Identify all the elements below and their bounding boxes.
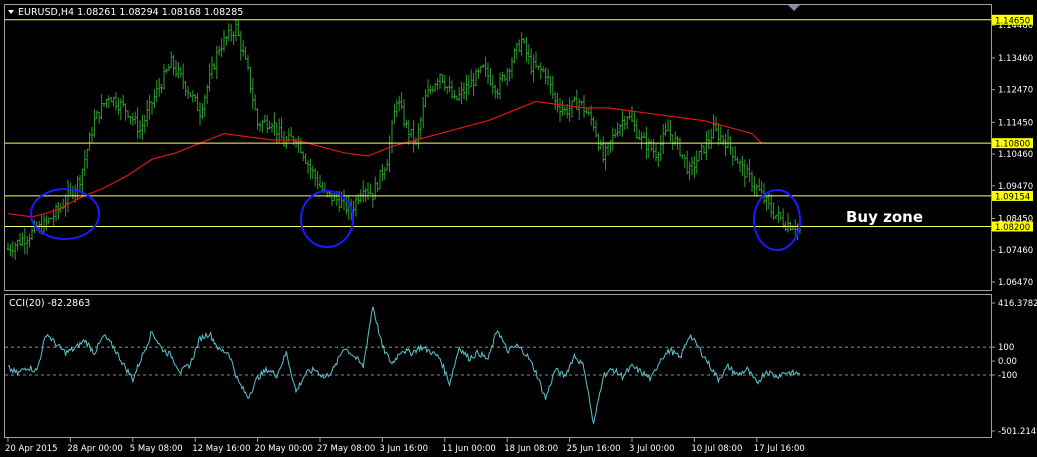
price-tick-label: 1.12470 (998, 86, 1033, 96)
chart-background (0, 0, 1037, 457)
price-level-label: 1.10800 (995, 140, 1030, 150)
price-tick-label: 1.13460 (998, 54, 1033, 64)
price-tick-label: 1.11450 (998, 118, 1033, 128)
price-level-label: 1.14650 (995, 16, 1030, 26)
cci-tick-label: 100 (998, 343, 1014, 353)
cci-tick-label: 0.00 (998, 357, 1017, 367)
time-tick-label: 3 Jul 00:00 (629, 444, 675, 454)
chart-canvas: EURUSD,H4 1.08261 1.08294 1.08168 1.0828… (0, 0, 1037, 457)
time-tick-label: 11 Jun 00:00 (442, 444, 496, 454)
time-tick-label: 12 May 16:00 (192, 444, 250, 454)
price-tick-label: 1.07460 (998, 246, 1033, 256)
price-tick-label: 1.09470 (998, 182, 1033, 192)
price-tick-label: 1.10460 (998, 150, 1033, 160)
price-axis-ticks: 1.144801.134601.124701.114501.104601.094… (991, 21, 1033, 288)
cci-tick-label: -501.2142 (998, 427, 1037, 437)
price-tick-label: 1.06470 (998, 278, 1033, 288)
time-tick-label: 18 Jun 08:00 (504, 444, 558, 454)
time-tick-label: 25 Jun 16:00 (567, 444, 621, 454)
cci-title: CCI(20) -82.2863 (9, 298, 90, 309)
symbol-header: EURUSD,H4 1.08261 1.08294 1.08168 1.0828… (18, 7, 243, 18)
time-tick-label: 28 Apr 00:00 (67, 444, 122, 454)
buy-zone-annotation: Buy zone (846, 208, 923, 226)
time-tick-label: 17 Jul 16:00 (754, 444, 805, 454)
price-level-label: 1.09154 (995, 192, 1030, 202)
time-tick-label: 20 May 00:00 (255, 444, 313, 454)
time-tick-label: 10 Jul 08:00 (691, 444, 742, 454)
time-tick-label: 20 Apr 2015 (5, 444, 58, 454)
price-level-label: 1.08200 (995, 223, 1030, 233)
time-tick-label: 5 May 08:00 (130, 444, 183, 454)
cci-tick-label: -100 (998, 371, 1017, 381)
time-tick-label: 3 Jun 16:00 (379, 444, 428, 454)
cci-tick-label: 416.3782 (998, 299, 1037, 309)
time-tick-label: 27 May 08:00 (317, 444, 375, 454)
